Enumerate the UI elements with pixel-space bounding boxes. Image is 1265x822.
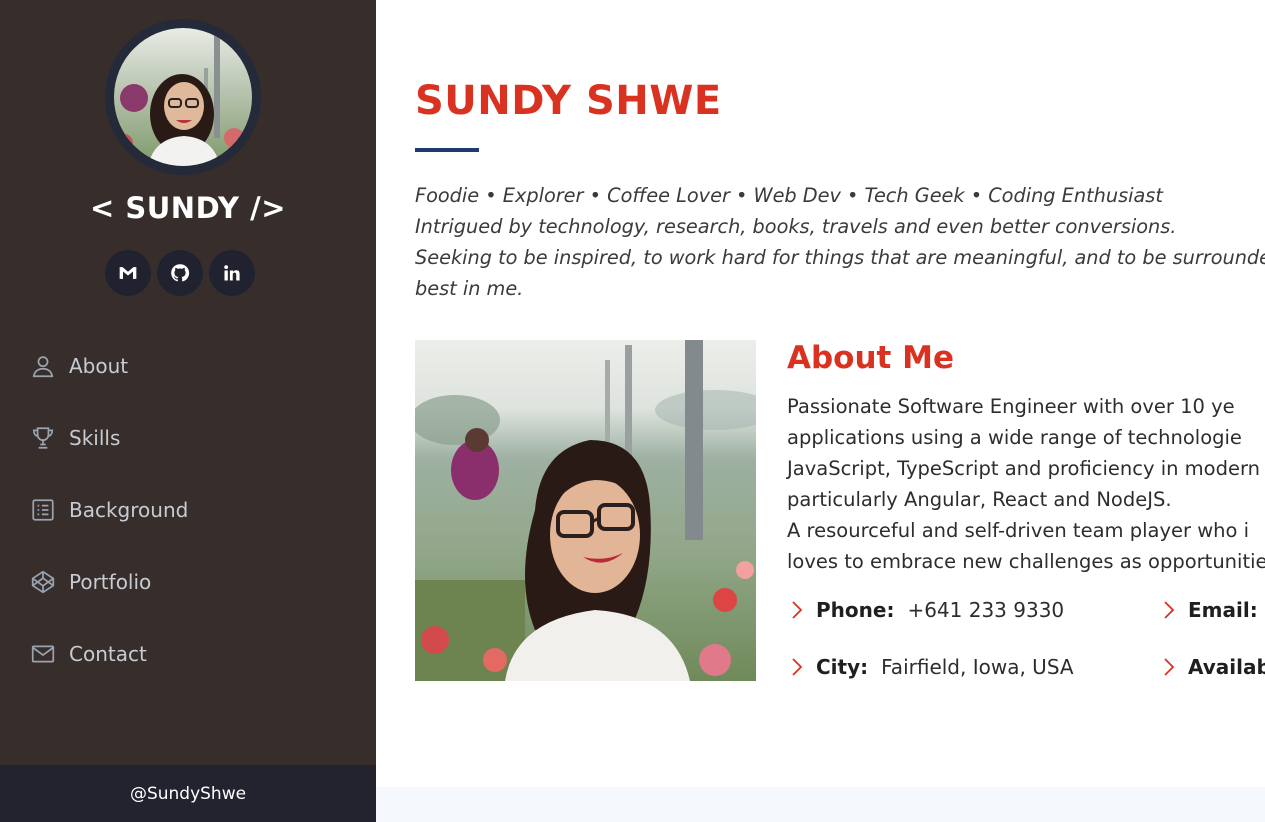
gmail-link[interactable] <box>105 250 151 296</box>
sidebar-item-skills[interactable]: Skills <box>0 402 376 474</box>
social-links <box>105 250 255 296</box>
about-line: applications using a wide range of techn… <box>787 426 1242 449</box>
sidebar-nav: About Skills Background Portfolio Contac… <box>0 330 376 690</box>
tagline: Foodie • Explorer • Coffee Lover • Web D… <box>415 180 1265 304</box>
info-value: Fairfield, Iowa, USA <box>881 655 1074 679</box>
info-availability: Availabl <box>1162 655 1265 679</box>
trophy-icon <box>29 424 57 452</box>
about-line: JavaScript, TypeScript and proficiency i… <box>787 457 1261 480</box>
sidebar-item-label: Background <box>69 498 189 522</box>
about-line: particularly Angular, React and NodeJS. <box>787 488 1172 511</box>
github-link[interactable] <box>157 250 203 296</box>
tagline-line: Foodie • Explorer • Coffee Lover • Web D… <box>415 184 1163 207</box>
sidebar: < SUNDY /> About Skills Background Portf… <box>0 0 376 822</box>
chevron-right-icon <box>1164 601 1175 619</box>
sidebar-item-about[interactable]: About <box>0 330 376 402</box>
title-underline <box>415 148 479 152</box>
about-title: About Me <box>787 340 955 376</box>
envelope-icon <box>29 640 57 668</box>
tagline-line: Intrigued by technology, research, books… <box>415 215 1177 238</box>
sidebar-item-contact[interactable]: Contact <box>0 618 376 690</box>
sidebar-item-label: Contact <box>69 642 147 666</box>
sidebar-footer: @SundyShwe <box>0 765 376 822</box>
list-icon <box>29 496 57 524</box>
about-text: Passionate Software Engineer with over 1… <box>787 391 1265 577</box>
site-logo[interactable]: < SUNDY /> <box>0 191 376 225</box>
info-email: Email: I <box>1162 598 1265 622</box>
avatar-ring <box>105 19 261 175</box>
info-value: +641 233 9330 <box>907 598 1065 622</box>
about-line: loves to embrace new challenges as oppor… <box>787 550 1265 573</box>
about-line: A resourceful and self-driven team playe… <box>787 519 1250 542</box>
sidebar-item-portfolio[interactable]: Portfolio <box>0 546 376 618</box>
info-phone: Phone: +641 233 9330 <box>790 598 1064 622</box>
gmail-icon <box>119 267 137 279</box>
profile-photo <box>415 340 756 681</box>
about-line: Passionate Software Engineer with over 1… <box>787 395 1235 418</box>
info-label: Availabl <box>1188 655 1265 679</box>
tagline-line: best in me. <box>415 277 524 300</box>
person-icon <box>29 352 57 380</box>
sidebar-item-label: Portfolio <box>69 570 152 594</box>
linkedin-link[interactable] <box>209 250 255 296</box>
info-label: Phone: <box>816 598 895 622</box>
info-label: Email: <box>1188 598 1258 622</box>
sidebar-item-label: Skills <box>69 426 121 450</box>
info-label: City: <box>816 655 869 679</box>
chevron-right-icon <box>792 601 803 619</box>
linkedin-icon <box>224 265 240 281</box>
chevron-right-icon <box>792 658 803 676</box>
github-icon <box>171 264 190 282</box>
tagline-line: Seeking to be inspired, to work hard for… <box>415 246 1265 269</box>
next-section-strip <box>376 787 1265 822</box>
chevron-right-icon <box>1164 658 1175 676</box>
codepen-icon <box>29 568 57 596</box>
sidebar-item-label: About <box>69 354 129 378</box>
sidebar-item-background[interactable]: Background <box>0 474 376 546</box>
avatar <box>114 28 252 166</box>
info-city: City: Fairfield, Iowa, USA <box>790 655 1074 679</box>
main-content: SUNDY SHWE Foodie • Explorer • Coffee Lo… <box>376 0 1265 822</box>
page-title: SUNDY SHWE <box>415 78 722 124</box>
